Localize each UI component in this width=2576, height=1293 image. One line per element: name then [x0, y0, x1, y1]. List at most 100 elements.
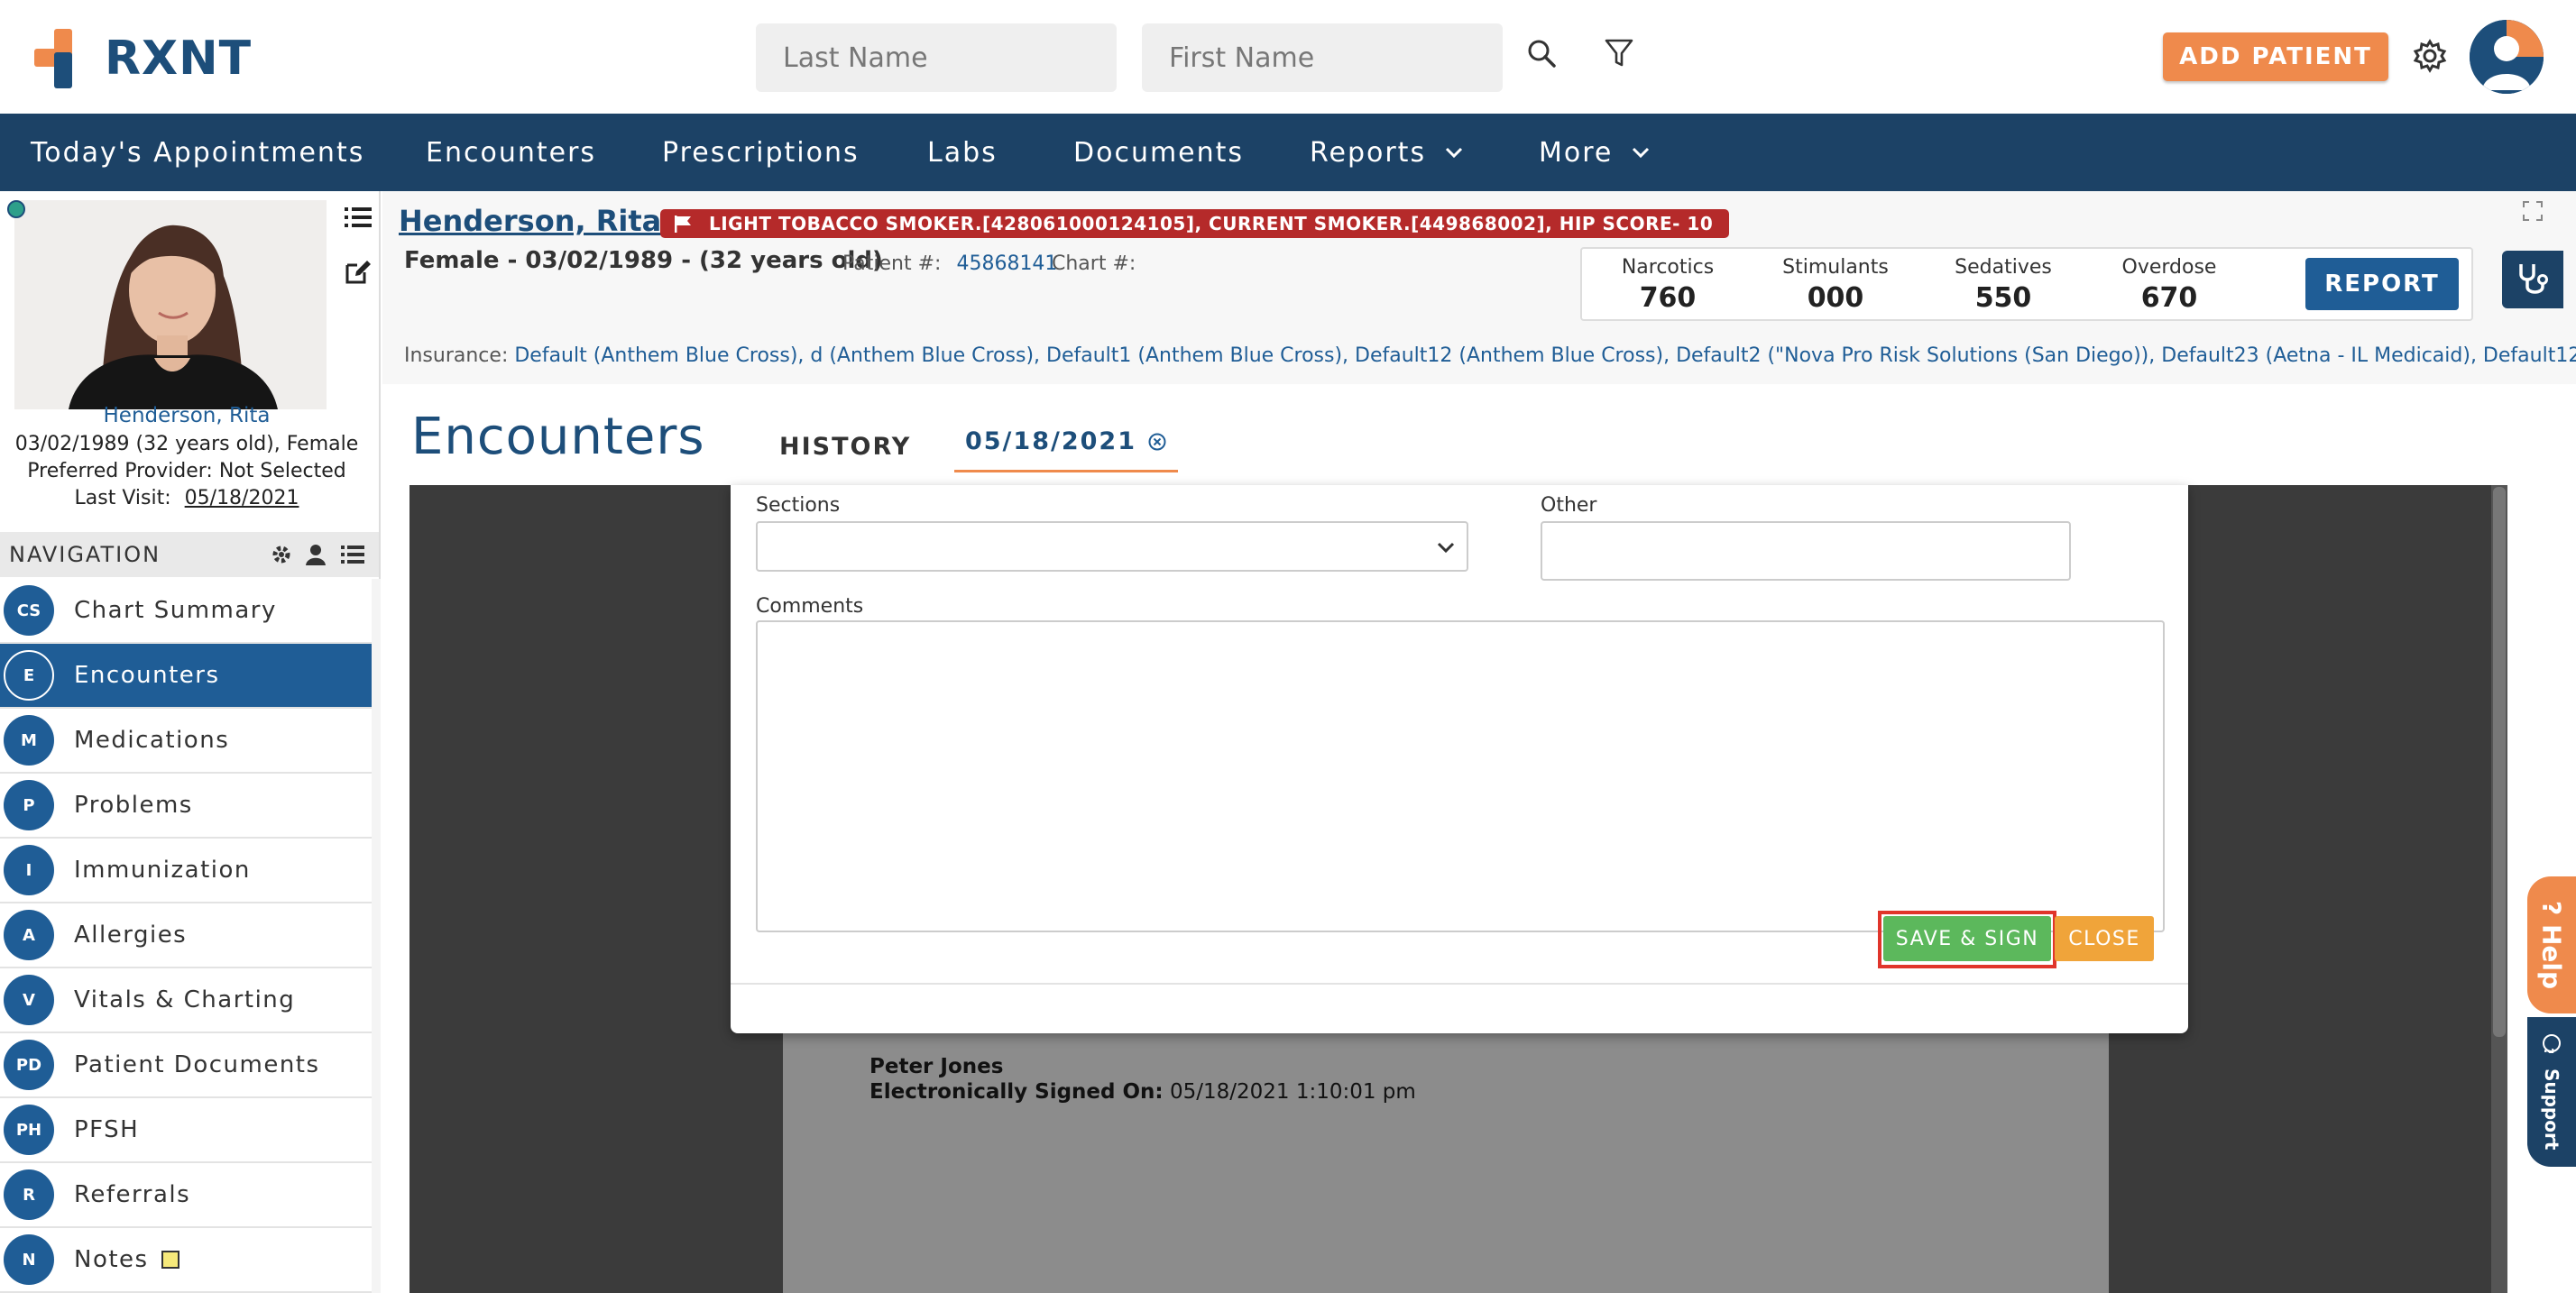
nav-more-label: More — [1539, 136, 1614, 169]
stat-sedatives: Sedatives 550 — [1927, 256, 2080, 314]
nav-label: Referrals — [74, 1181, 191, 1208]
top-bar: RXNT ADD PATIENT — [0, 0, 2576, 114]
stethoscope-icon[interactable] — [2502, 251, 2563, 308]
nav-documents[interactable]: Documents — [1073, 114, 1244, 191]
nav-chart-summary[interactable]: CS Chart Summary — [0, 579, 372, 644]
patient-name-link[interactable]: Henderson, Rita — [399, 204, 661, 238]
viewer-scroll-thumb[interactable] — [2493, 487, 2506, 1037]
nav-labs[interactable]: Labs — [927, 114, 998, 191]
nav-notes[interactable]: N Notes — [0, 1228, 372, 1293]
nav-label: Chart Summary — [74, 597, 277, 624]
search-icon[interactable] — [1521, 32, 1562, 74]
nav-reports[interactable]: Reports — [1310, 114, 1464, 191]
left-panel: Henderson, Rita 03/02/1989 (32 years old… — [0, 191, 381, 1293]
nav-scrollbar[interactable] — [372, 579, 381, 1293]
chart-number-label: Chart #: — [1052, 252, 1136, 275]
highlight-box — [1878, 911, 2056, 968]
chevron-down-icon — [1437, 542, 1455, 554]
document-page — [783, 992, 2109, 1293]
gear-icon[interactable] — [271, 544, 292, 565]
insurance-list[interactable]: Default (Anthem Blue Cross), d (Anthem B… — [514, 344, 2576, 367]
nav-prescriptions[interactable]: Prescriptions — [662, 114, 860, 191]
help-tab[interactable]: ? Help — [2527, 876, 2576, 1013]
nav-label: Immunization — [74, 857, 251, 884]
other-input[interactable] — [1541, 521, 2071, 581]
nav-badge: R — [4, 1169, 54, 1220]
help-label: ? Help — [2536, 900, 2567, 990]
rxnt-logo[interactable]: RXNT — [34, 29, 252, 88]
nav-more[interactable]: More — [1539, 114, 1651, 191]
nav-badge: PH — [4, 1105, 54, 1155]
support-text: Support — [2541, 1068, 2562, 1151]
gear-icon[interactable] — [2408, 34, 2452, 78]
nav-label: Vitals & Charting — [74, 986, 296, 1013]
support-tab[interactable]: ? Support — [2527, 1017, 2576, 1167]
nav-vitals-charting[interactable]: V Vitals & Charting — [0, 968, 372, 1033]
stat-stimulants: Stimulants 000 — [1759, 256, 1912, 314]
rxnt-cross-icon — [34, 29, 72, 88]
other-label: Other — [1541, 494, 1597, 517]
nav-encounters-item[interactable]: E Encounters — [0, 644, 372, 709]
last-visit-date[interactable]: 05/18/2021 — [185, 487, 299, 509]
last-name-input[interactable] — [756, 23, 1117, 92]
nav-referrals[interactable]: R Referrals — [0, 1163, 372, 1228]
nav-medications[interactable]: M Medications — [0, 709, 372, 774]
nav-reports-label: Reports — [1310, 136, 1427, 169]
nav-badge: V — [4, 975, 54, 1025]
navigation-list: CS Chart Summary E Encounters M Medications… — [0, 579, 372, 1293]
user-icon[interactable] — [305, 544, 327, 565]
sections-label: Sections — [756, 494, 841, 517]
status-dot — [7, 200, 25, 218]
nav-label: PFSH — [74, 1116, 140, 1143]
nav-patient-documents[interactable]: PD Patient Documents — [0, 1033, 372, 1098]
stat-label: Narcotics — [1621, 256, 1715, 279]
nav-problems[interactable]: P Problems — [0, 774, 372, 839]
navigation-header: NAVIGATION — [0, 532, 379, 577]
insurance-label: Insurance: — [404, 344, 509, 367]
stat-value: 670 — [2140, 282, 2198, 314]
last-visit-label: Last Visit: — [74, 487, 171, 509]
patient-photo — [14, 200, 327, 409]
first-name-input[interactable] — [1142, 23, 1503, 92]
nav-todays-appointments[interactable]: Today's Appointments — [31, 114, 364, 191]
navigation-title: NAVIGATION — [9, 542, 161, 567]
signed-on-line: Electronically Signed On: 05/18/2021 1:1… — [869, 1080, 1416, 1104]
nav-badge: I — [4, 845, 54, 895]
stat-overdose: Overdose 670 — [2093, 256, 2246, 314]
help-text: Help — [2536, 923, 2567, 990]
list-icon[interactable] — [345, 206, 372, 233]
signed-on-label: Electronically Signed On: — [869, 1080, 1164, 1104]
edit-icon[interactable] — [345, 258, 372, 289]
nav-allergies[interactable]: A Allergies — [0, 903, 372, 968]
flag-icon — [675, 216, 691, 233]
patient-number-value[interactable]: 45868141 — [956, 252, 1057, 275]
main-nav: Today's Appointments Encounters Prescrip… — [0, 114, 2576, 191]
stat-value: 550 — [1974, 282, 2032, 314]
support-label: ? Support — [2541, 1033, 2562, 1151]
patient-card-name[interactable]: Henderson, Rita — [0, 404, 373, 427]
chevron-down-icon — [1446, 147, 1463, 159]
tab-encounter-date[interactable]: 05/18/2021 — [954, 413, 1178, 472]
fullscreen-icon[interactable] — [2522, 200, 2544, 225]
stat-label: Overdose — [2121, 256, 2217, 279]
insurance-line: Insurance: Default (Anthem Blue Cross), … — [404, 344, 2576, 367]
tab-history[interactable]: HISTORY — [779, 433, 911, 461]
close-circle-icon[interactable] — [1147, 432, 1167, 452]
nav-pfsh[interactable]: PH PFSH — [0, 1098, 372, 1163]
nav-label: Problems — [74, 792, 193, 819]
filter-icon[interactable] — [1598, 32, 1640, 74]
user-avatar[interactable] — [2470, 20, 2544, 94]
signed-on-value: 05/18/2021 1:10:01 pm — [1169, 1080, 1416, 1104]
stat-narcotics: Narcotics 760 — [1591, 256, 1744, 314]
sections-select[interactable] — [756, 521, 1468, 572]
comments-textarea[interactable] — [756, 620, 2165, 932]
add-patient-button[interactable]: ADD PATIENT — [2163, 32, 2388, 81]
close-button[interactable]: CLOSE — [2055, 916, 2154, 961]
nav-encounters[interactable]: Encounters — [426, 114, 596, 191]
nav-immunization[interactable]: I Immunization — [0, 839, 372, 903]
report-button[interactable]: REPORT — [2305, 258, 2459, 310]
list-icon[interactable] — [341, 545, 364, 564]
nav-badge: N — [4, 1234, 54, 1285]
nav-label: Encounters — [74, 662, 220, 689]
signer-name: Peter Jones — [869, 1055, 1004, 1078]
